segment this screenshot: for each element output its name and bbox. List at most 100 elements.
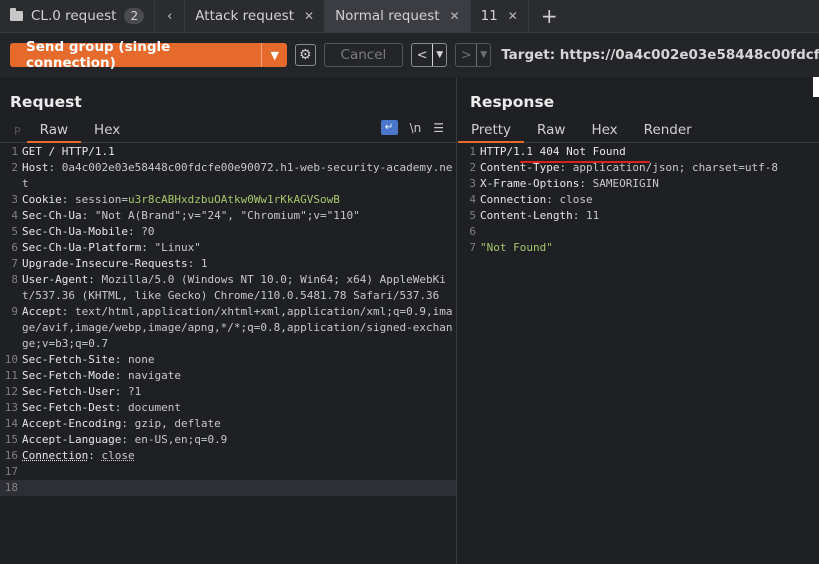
chevron-left-icon[interactable]: ‹ <box>155 0 186 32</box>
line-number: 11 <box>4 369 18 382</box>
line-number: 15 <box>4 433 18 446</box>
chevron-right-icon[interactable]: > <box>456 44 476 66</box>
line-text: Sec-Fetch-Site: none <box>22 352 456 368</box>
line-number: 5 <box>11 225 18 238</box>
tab-hex[interactable]: Hex <box>81 122 133 142</box>
line-number: 6 <box>11 241 18 254</box>
add-tab-icon[interactable]: + <box>529 0 570 32</box>
pretty-tab-collapsed[interactable]: P <box>0 125 27 142</box>
code-line: 3 X-Frame-Options: SAMEORIGIN <box>458 176 819 192</box>
header-name: Sec-Fetch-Mode <box>22 369 115 382</box>
history-forward-group[interactable]: > ▼ <box>455 43 492 67</box>
header-separator: : <box>61 305 75 318</box>
close-icon[interactable]: ✕ <box>304 9 314 23</box>
response-panel: Response Pretty Raw Hex Render 1 HTTP/1.1… <box>458 77 819 564</box>
newline-toggle[interactable]: \n <box>410 121 422 135</box>
line-number: 18 <box>4 481 18 494</box>
header-name: Accept-Language <box>22 433 122 446</box>
body-string: "Not Found" <box>480 241 553 254</box>
header-separator: : <box>187 257 201 270</box>
line-number: 2 <box>11 161 18 174</box>
line-text: Connection: close <box>22 448 456 464</box>
tab-hex[interactable]: Hex <box>578 122 630 142</box>
header-value: en-US,en;q=0.9 <box>134 433 228 446</box>
tab-render[interactable]: Render <box>631 122 705 142</box>
target-label[interactable]: Target: https://0a4c002e03e58448c00fdcfe… <box>501 47 819 63</box>
line-text: Accept: text/html,application/xhtml+xml,… <box>22 304 456 352</box>
header-separator: : <box>114 385 128 398</box>
chevron-left-icon[interactable]: < <box>412 44 432 66</box>
request-editor[interactable]: 1 GET / HTTP/1.1 2 Host: 0a4c002e03e58448c0… <box>0 144 456 496</box>
tab-group-cl0[interactable]: CL.0 request 2 <box>0 0 156 32</box>
tab-attack-request[interactable]: Attack request ✕ <box>185 0 326 32</box>
close-icon[interactable]: ✕ <box>450 9 460 23</box>
history-back-group[interactable]: < ▼ <box>411 43 448 67</box>
line-content: GET / HTTP/1.1 <box>22 145 115 158</box>
header-value: SAMEORIGIN <box>592 177 659 190</box>
header-name: Accept-Encoding <box>22 417 122 430</box>
line-text: "Not Found" <box>480 240 819 256</box>
annotation-underline <box>520 161 650 163</box>
line-number: 17 <box>4 465 18 478</box>
code-line: 7 "Not Found" <box>458 240 819 256</box>
chevron-down-icon[interactable]: ▼ <box>261 43 286 67</box>
send-label: Send group (single connection) <box>26 39 171 71</box>
request-editor-options: ↵ \n ☰ <box>380 120 444 135</box>
code-line: 3 Cookie: session=u3r8cABHxdzbuOAtkw0Ww1r… <box>0 192 456 208</box>
word-wrap-icon[interactable]: ↵ <box>380 120 398 135</box>
line-text: Cookie: session=u3r8cABHxdzbuOAtkw0Ww1rK… <box>22 192 456 208</box>
toolbar: Send group (single connection) ▼ ⚙ Cance… <box>0 33 819 77</box>
line-number: 16 <box>4 449 18 462</box>
header-separator: : <box>121 433 135 446</box>
header-separator: : <box>88 273 102 286</box>
header-value: close <box>559 193 593 206</box>
header-separator: : <box>127 225 142 238</box>
header-value: navigate <box>127 369 181 382</box>
code-line: 9 Accept: text/html,application/xhtml+xml… <box>0 304 456 352</box>
line-text: Accept-Language: en-US,en;q=0.9 <box>22 432 456 448</box>
header-separator: : <box>81 209 95 222</box>
line-text <box>22 464 456 480</box>
line-text: Content-Length: 11 <box>480 208 819 224</box>
chevron-down-icon[interactable]: ▼ <box>432 44 446 66</box>
header-name: Sec-Fetch-User <box>22 385 115 398</box>
code-line: 4 Connection: close <box>458 192 819 208</box>
code-line: 14 Accept-Encoding: gzip, deflate <box>0 416 456 432</box>
header-separator: : <box>579 177 593 190</box>
menu-icon[interactable]: ☰ <box>433 121 444 135</box>
line-text: X-Frame-Options: SAMEORIGIN <box>480 176 819 192</box>
code-line: 7 Upgrade-Insecure-Requests: 1 <box>0 256 456 272</box>
line-text: Sec-Ch-Ua-Platform: "Linux" <box>22 240 456 256</box>
header-value: document <box>127 401 181 414</box>
header-name: Sec-Ch-Ua <box>22 209 82 222</box>
scrollbar[interactable] <box>813 77 819 97</box>
tab-raw[interactable]: Raw <box>26 122 82 143</box>
cancel-button[interactable]: Cancel <box>323 43 404 67</box>
request-title: Request <box>10 93 82 111</box>
code-line: 1 GET / HTTP/1.1 <box>0 144 456 160</box>
code-line: 6 <box>458 224 819 240</box>
tab-normal-request[interactable]: Normal request ✕ <box>325 0 471 32</box>
gear-icon[interactable]: ⚙ <box>294 44 316 66</box>
header-name: Sec-Fetch-Dest <box>22 401 115 414</box>
line-number: 7 <box>11 257 18 270</box>
header-name: Connection <box>480 193 547 206</box>
tab-count-badge: 2 <box>124 8 145 24</box>
line-number: 14 <box>4 417 18 430</box>
code-line: 5 Sec-Ch-Ua-Mobile: ?0 <box>0 224 456 240</box>
request-panel: Request P Raw Hex ↵ \n ☰ 1 GET / HTTP/1.1… <box>0 77 457 564</box>
code-line: 10 Sec-Fetch-Site: none <box>0 352 456 368</box>
send-group-button[interactable]: Send group (single connection) ▼ <box>10 39 287 71</box>
close-icon[interactable]: ✕ <box>508 9 518 23</box>
line-number: 9 <box>11 305 18 318</box>
header-value: ?0 <box>141 225 155 238</box>
chevron-down-icon[interactable]: ▼ <box>476 44 490 66</box>
tab-raw[interactable]: Raw <box>524 122 578 142</box>
header-separator: : <box>114 401 128 414</box>
code-line: 13 Sec-Fetch-Dest: document <box>0 400 456 416</box>
code-line: 4 Sec-Ch-Ua: "Not A(Brand";v="24", "Chrom… <box>0 208 456 224</box>
tab-11[interactable]: 11 ✕ <box>471 0 529 32</box>
header-value: gzip, deflate <box>134 417 221 430</box>
tab-pretty[interactable]: Pretty <box>458 122 525 143</box>
line-text <box>480 224 819 240</box>
